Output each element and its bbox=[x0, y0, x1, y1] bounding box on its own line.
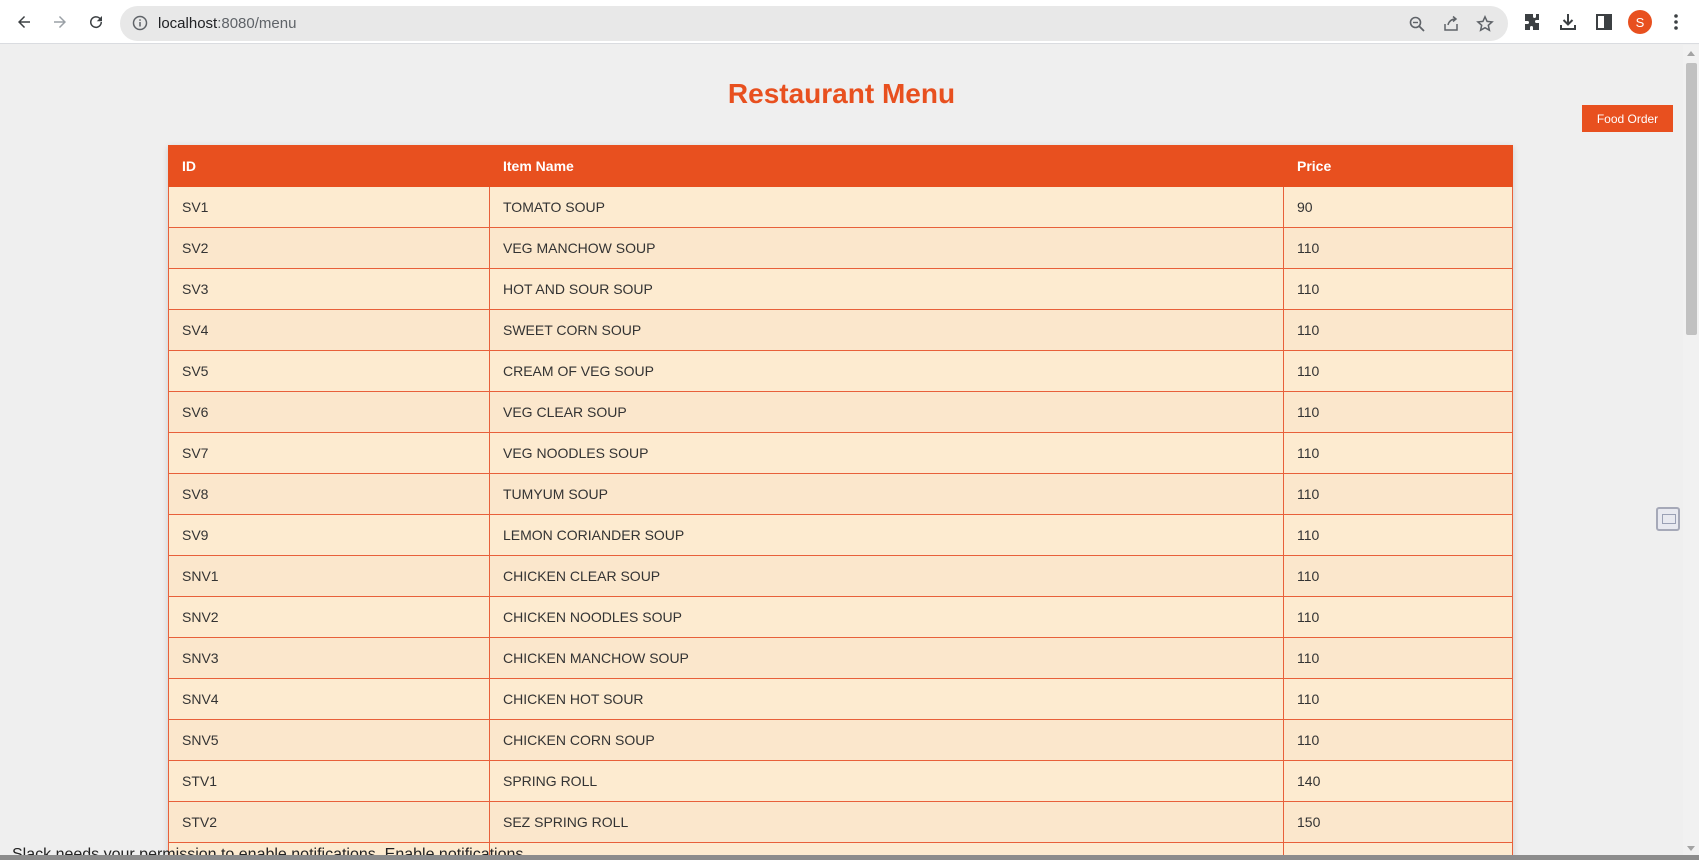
cell-item-name: CHICKEN HOT SOUR bbox=[489, 678, 1284, 720]
header-item-name: Item Name bbox=[489, 145, 1284, 187]
cell-price: 110 bbox=[1283, 268, 1513, 310]
reload-icon[interactable] bbox=[82, 8, 110, 36]
cell-id: SNV1 bbox=[168, 555, 490, 597]
url-text: localhost:8080/menu bbox=[158, 15, 296, 32]
cell-item-name: SWEET CORN SOUP bbox=[489, 309, 1284, 351]
table-row: STV1 SPRING ROLL 140 bbox=[168, 760, 1513, 802]
table-row: SV9 LEMON CORIANDER SOUP 110 bbox=[168, 514, 1513, 556]
share-icon[interactable] bbox=[1442, 15, 1460, 33]
cell-item-name: CHICKEN MANCHOW SOUP bbox=[489, 637, 1284, 679]
cell-id: SNV5 bbox=[168, 719, 490, 761]
table-row: SV8 TUMYUM SOUP 110 bbox=[168, 473, 1513, 515]
bookmark-star-icon[interactable] bbox=[1476, 15, 1494, 33]
header-id: ID bbox=[168, 145, 490, 187]
header-price: Price bbox=[1283, 145, 1513, 187]
table-row: SNV3 CHICKEN MANCHOW SOUP 110 bbox=[168, 637, 1513, 679]
menu-table: ID Item Name Price SV1 TOMATO SOUP 90 SV2 V… bbox=[168, 145, 1513, 855]
cell-item-name: HOT AND SOUR SOUP bbox=[489, 268, 1284, 310]
cell-id: SV8 bbox=[168, 473, 490, 515]
download-icon[interactable] bbox=[1557, 11, 1579, 33]
table-row: STV2 SEZ SPRING ROLL 150 bbox=[168, 801, 1513, 843]
cell-id: SV6 bbox=[168, 391, 490, 433]
scroll-down-arrow-icon[interactable] bbox=[1687, 846, 1695, 851]
cell-item-name: TOMATO SOUP bbox=[489, 186, 1284, 228]
page-scrollbar[interactable] bbox=[1683, 45, 1699, 855]
cell-item-name: LEMON CORIANDER SOUP bbox=[489, 514, 1284, 556]
page-title: Restaurant Menu bbox=[727, 78, 956, 109]
table-row: SV4 SWEET CORN SOUP 110 bbox=[168, 309, 1513, 351]
table-row: SNV2 CHICKEN NOODLES SOUP 110 bbox=[168, 596, 1513, 638]
cell-price: 90 bbox=[1283, 186, 1513, 228]
browser-toolbar: localhost:8080/menu S bbox=[0, 0, 1699, 44]
cell-id: STV2 bbox=[168, 801, 490, 843]
cell-price: 110 bbox=[1283, 596, 1513, 638]
table-row: SV7 VEG NOODLES SOUP 110 bbox=[168, 432, 1513, 474]
cell-item-name: CHICKEN CLEAR SOUP bbox=[489, 555, 1284, 597]
table-row: SV2 VEG MANCHOW SOUP 110 bbox=[168, 227, 1513, 269]
page-viewport: Restaurant Menu Food Order ID Item Name … bbox=[0, 45, 1683, 855]
cell-id: SV5 bbox=[168, 350, 490, 392]
table-row: SV1 TOMATO SOUP 90 bbox=[168, 186, 1513, 228]
cell-price: 110 bbox=[1283, 227, 1513, 269]
cell-price: 150 bbox=[1283, 801, 1513, 843]
cell-item-name: VEG CLEAR SOUP bbox=[489, 391, 1284, 433]
cell-id: SV4 bbox=[168, 309, 490, 351]
cell-item-name: SPRING ROLL bbox=[489, 760, 1284, 802]
profile-avatar[interactable]: S bbox=[1628, 10, 1652, 34]
cell-item-name: TUMYUM SOUP bbox=[489, 473, 1284, 515]
cell-item-name: CREAM OF VEG SOUP bbox=[489, 350, 1284, 392]
cell-id: SV1 bbox=[168, 186, 490, 228]
address-bar[interactable]: localhost:8080/menu bbox=[120, 6, 1508, 41]
cell-price: 110 bbox=[1283, 473, 1513, 515]
scroll-thumb[interactable] bbox=[1686, 63, 1697, 335]
cell-id: SV3 bbox=[168, 268, 490, 310]
cell-price bbox=[1283, 842, 1513, 855]
cell-id: STV1 bbox=[168, 760, 490, 802]
table-row: SV5 CREAM OF VEG SOUP 110 bbox=[168, 350, 1513, 392]
cell-price: 110 bbox=[1283, 555, 1513, 597]
cell-price: 110 bbox=[1283, 678, 1513, 720]
cell-price: 110 bbox=[1283, 514, 1513, 556]
table-row: SNV5 CHICKEN CORN SOUP 110 bbox=[168, 719, 1513, 761]
zoom-icon[interactable] bbox=[1408, 15, 1426, 33]
table-row: SV3 HOT AND SOUR SOUP 110 bbox=[168, 268, 1513, 310]
table-row: SNV1 CHICKEN CLEAR SOUP 110 bbox=[168, 555, 1513, 597]
table-row: SNV4 CHICKEN HOT SOUR 110 bbox=[168, 678, 1513, 720]
notification-banner-text: Slack needs your permission to enable no… bbox=[12, 846, 524, 855]
extensions-puzzle-icon[interactable] bbox=[1521, 11, 1543, 33]
cell-id: SV7 bbox=[168, 432, 490, 474]
cell-item-name bbox=[489, 842, 1284, 855]
back-arrow-icon[interactable] bbox=[10, 8, 38, 36]
cell-price: 110 bbox=[1283, 309, 1513, 351]
bottom-bar bbox=[0, 855, 1699, 860]
cell-item-name: CHICKEN NOODLES SOUP bbox=[489, 596, 1284, 638]
side-panel-icon[interactable] bbox=[1593, 11, 1615, 33]
cell-price: 110 bbox=[1283, 391, 1513, 433]
cell-price: 140 bbox=[1283, 760, 1513, 802]
scroll-up-arrow-icon[interactable] bbox=[1687, 51, 1695, 56]
food-order-button[interactable]: Food Order bbox=[1582, 105, 1673, 132]
cell-id: SNV3 bbox=[168, 637, 490, 679]
floating-mail-widget-icon[interactable] bbox=[1656, 507, 1680, 531]
cell-item-name: CHICKEN CORN SOUP bbox=[489, 719, 1284, 761]
cell-item-name: VEG MANCHOW SOUP bbox=[489, 227, 1284, 269]
cell-price: 110 bbox=[1283, 719, 1513, 761]
table-header-row: ID Item Name Price bbox=[168, 145, 1513, 187]
site-info-icon[interactable] bbox=[132, 15, 148, 31]
table-row: SV6 VEG CLEAR SOUP 110 bbox=[168, 391, 1513, 433]
cell-item-name: VEG NOODLES SOUP bbox=[489, 432, 1284, 474]
forward-arrow-icon[interactable] bbox=[46, 8, 74, 36]
cell-id: SV9 bbox=[168, 514, 490, 556]
cell-id: SV2 bbox=[168, 227, 490, 269]
more-menu-icon[interactable] bbox=[1665, 11, 1687, 33]
cell-price: 110 bbox=[1283, 350, 1513, 392]
url-path: :8080/menu bbox=[217, 15, 297, 32]
cell-price: 110 bbox=[1283, 637, 1513, 679]
cell-item-name: SEZ SPRING ROLL bbox=[489, 801, 1284, 843]
cell-id: SNV4 bbox=[168, 678, 490, 720]
cell-id: SNV2 bbox=[168, 596, 490, 638]
url-host: localhost bbox=[158, 15, 218, 32]
cell-price: 110 bbox=[1283, 432, 1513, 474]
